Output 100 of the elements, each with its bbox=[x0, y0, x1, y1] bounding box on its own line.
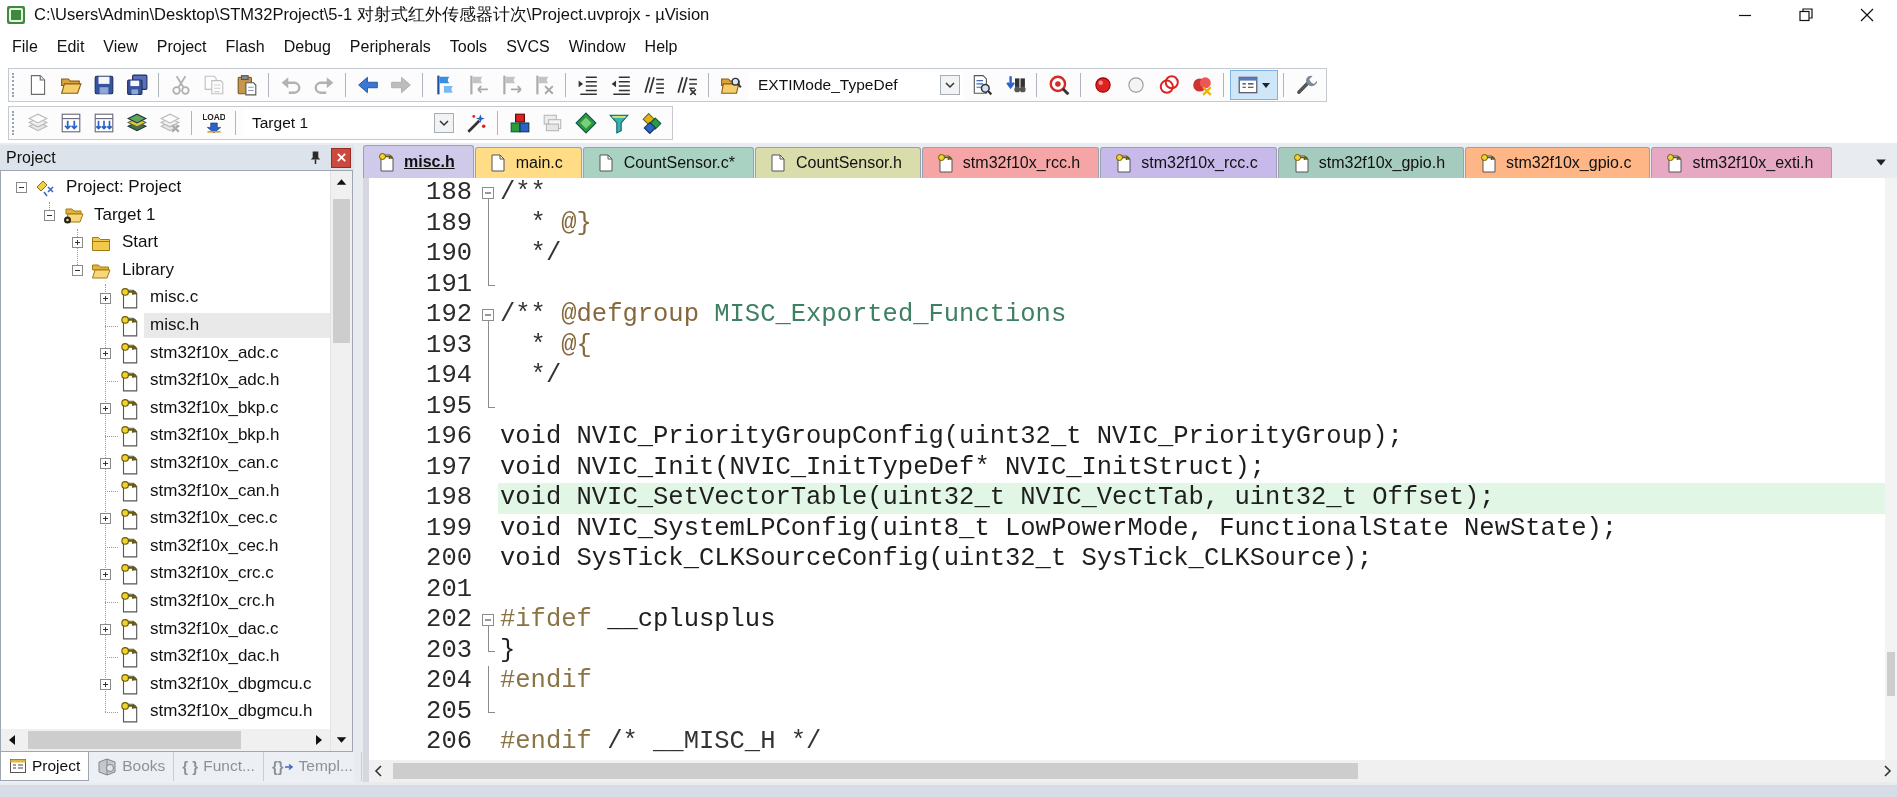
menu-item[interactable]: SVCS bbox=[498, 33, 558, 61]
tree-item[interactable]: stm32f10x_bkp.c bbox=[144, 395, 330, 422]
tree-item[interactable]: Project: Project bbox=[60, 175, 330, 201]
menu-item[interactable]: Edit bbox=[48, 33, 93, 61]
file-key-icon bbox=[118, 563, 140, 586]
editor-tab[interactable]: stm32f10x_rcc.h bbox=[921, 147, 1100, 178]
scrollbar-thumb[interactable] bbox=[393, 763, 1358, 779]
stacked-pages-icon bbox=[26, 112, 49, 134]
expand-toggle[interactable] bbox=[99, 679, 111, 690]
editor-tab[interactable]: misc.h bbox=[363, 145, 474, 178]
close-panel-button[interactable] bbox=[331, 147, 351, 168]
linked-circles-icon bbox=[1157, 74, 1180, 96]
tree-item[interactable]: stm32f10x_crc.c bbox=[144, 561, 330, 587]
file-key-icon bbox=[118, 452, 140, 475]
file-key-icon bbox=[118, 701, 140, 724]
expand-toggle[interactable] bbox=[99, 403, 111, 415]
funnel-icon bbox=[607, 112, 630, 134]
left-arrow-icon bbox=[356, 74, 379, 96]
collapse-toggle[interactable] bbox=[15, 182, 27, 194]
expand-toggle[interactable] bbox=[99, 623, 111, 635]
expand-toggle[interactable] bbox=[99, 292, 111, 304]
fold-toggle[interactable] bbox=[482, 614, 494, 627]
editor-tab[interactable]: CountSensor.c* bbox=[582, 147, 754, 178]
tree-item[interactable]: Library bbox=[116, 257, 330, 284]
panel-tab[interactable]: Project bbox=[0, 752, 90, 781]
tree-item[interactable]: misc.h bbox=[144, 313, 330, 339]
expand-toggle[interactable] bbox=[99, 458, 111, 470]
tree-item[interactable]: stm32f10x_can.c bbox=[144, 451, 330, 477]
editor-tab[interactable]: stm32f10x_gpio.h bbox=[1277, 147, 1465, 178]
folder-gear-icon bbox=[62, 205, 84, 226]
menu-item[interactable]: Window bbox=[560, 33, 634, 61]
menu-item[interactable]: Project bbox=[148, 33, 215, 61]
page-down-arrows-icon bbox=[59, 112, 82, 134]
toolbar-grip[interactable] bbox=[12, 73, 15, 97]
menu-item[interactable]: View bbox=[95, 33, 146, 61]
tree-item[interactable]: stm32f10x_cec.h bbox=[144, 533, 330, 560]
line-number: 205 bbox=[425, 696, 473, 727]
caret-icon bbox=[1260, 80, 1271, 90]
line-number: 202 bbox=[425, 605, 473, 636]
braces-icon: { } bbox=[182, 757, 199, 776]
collapse-toggle[interactable] bbox=[71, 265, 83, 277]
dropdown-button[interactable] bbox=[940, 75, 960, 95]
tree-item[interactable]: Target 1 bbox=[88, 202, 330, 229]
code-line: * @} bbox=[529, 208, 592, 239]
line-number: 196 bbox=[425, 422, 473, 453]
tree-item[interactable]: stm32f10x_can.h bbox=[144, 478, 330, 504]
line-number: 198 bbox=[425, 483, 473, 514]
menu-item[interactable]: Debug bbox=[275, 33, 339, 61]
expand-toggle[interactable] bbox=[99, 347, 111, 359]
expand-toggle[interactable] bbox=[99, 513, 111, 525]
menu-item[interactable]: File bbox=[4, 33, 46, 61]
tree-item[interactable]: stm32f10x_dbgmcu.c bbox=[144, 671, 330, 698]
editor-tab[interactable]: stm32f10x_gpio.c bbox=[1465, 147, 1651, 178]
menu-item[interactable]: Peripherals bbox=[341, 33, 439, 61]
scrollbar-thumb[interactable] bbox=[28, 731, 241, 749]
outdent-icon bbox=[609, 74, 632, 96]
code-line: void NVIC_SystemLPConfig(uint8_t LowPowerMode, FunctionalState NewState); bbox=[499, 513, 1618, 544]
file-key-icon bbox=[118, 645, 140, 668]
stacked-pages-cross-icon bbox=[158, 112, 181, 134]
editor-tab[interactable]: stm32f10x_rcc.c bbox=[1100, 147, 1277, 178]
toolbar-grip[interactable] bbox=[12, 111, 15, 135]
tree-item[interactable]: stm32f10x_crc.h bbox=[144, 589, 330, 615]
comment-lines-icon bbox=[642, 74, 665, 96]
file-key-icon bbox=[118, 287, 140, 310]
tree-item[interactable]: stm32f10x_dac.c bbox=[144, 616, 330, 642]
menu-item[interactable]: Help bbox=[636, 33, 686, 61]
tree-item[interactable]: stm32f10x_dbgmcu.h bbox=[144, 699, 330, 725]
file-key-icon bbox=[118, 618, 140, 641]
dropdown-button[interactable] bbox=[434, 113, 454, 133]
clipboard-icon bbox=[235, 74, 258, 96]
window-layout-button[interactable] bbox=[1229, 70, 1278, 100]
line-number: 197 bbox=[425, 452, 473, 483]
file-key-icon bbox=[118, 314, 140, 337]
menu-item[interactable]: Flash bbox=[217, 33, 273, 61]
editor-tab[interactable]: CountSensor.h bbox=[755, 147, 921, 178]
editor-tab[interactable]: main.c bbox=[474, 147, 582, 178]
tree-item[interactable]: misc.c bbox=[144, 285, 330, 311]
fold-toggle[interactable] bbox=[482, 309, 494, 322]
window-icon bbox=[1236, 74, 1259, 96]
caret-icon bbox=[438, 117, 450, 129]
expand-toggle[interactable] bbox=[99, 568, 111, 580]
diamond-icon bbox=[574, 112, 597, 134]
fold-toggle[interactable] bbox=[482, 187, 494, 200]
tree-item[interactable]: stm32f10x_adc.c bbox=[144, 340, 330, 367]
scrollbar-thumb[interactable] bbox=[333, 199, 350, 343]
diamonds-icon bbox=[640, 112, 663, 134]
menu-item[interactable]: Tools bbox=[441, 33, 496, 61]
editor-tab[interactable]: stm32f10x_exti.h bbox=[1651, 147, 1833, 178]
line-number: 203 bbox=[425, 635, 473, 666]
code-line: */ bbox=[529, 361, 562, 392]
tree-item[interactable]: stm32f10x_cec.c bbox=[144, 506, 330, 532]
tree-item[interactable]: stm32f10x_dac.h bbox=[144, 644, 330, 670]
tree-item[interactable]: Start bbox=[116, 230, 330, 256]
scrollbar-thumb[interactable] bbox=[1887, 652, 1895, 696]
tree-item[interactable]: stm32f10x_bkp.h bbox=[144, 423, 330, 449]
collapse-toggle[interactable] bbox=[43, 209, 55, 221]
code-line: #endif /* __MISC_H */ bbox=[499, 727, 822, 758]
file-key-icon bbox=[118, 507, 140, 530]
expand-toggle[interactable] bbox=[71, 237, 83, 249]
tree-item[interactable]: stm32f10x_adc.h bbox=[144, 368, 330, 394]
